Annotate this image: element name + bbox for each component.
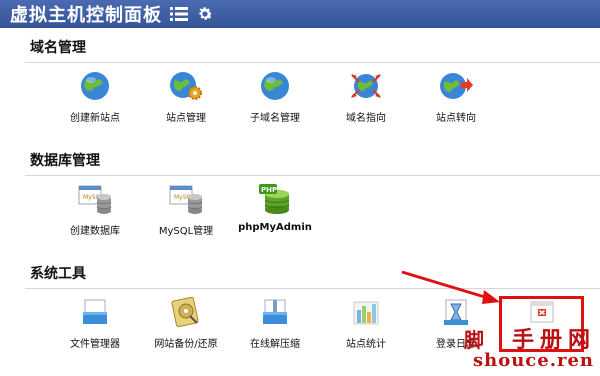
svg-text:PHP: PHP: [261, 186, 277, 194]
watermark-glyph: 脚: [464, 328, 484, 352]
item-label: 域名指向: [346, 113, 386, 124]
item-label: 在线解压缩: [250, 339, 300, 350]
item-label: 网站备份/还原: [154, 339, 218, 350]
backup-disk-icon: [168, 295, 204, 329]
menu-icon[interactable]: [170, 6, 188, 22]
item-label: MySQL管理: [158, 226, 214, 237]
backup-restore-button[interactable]: 网站备份/还原: [146, 295, 226, 355]
domain-pointing-button[interactable]: 域名指向: [326, 69, 406, 129]
mysql-database-icon: MySQL: [168, 182, 204, 216]
subdomain-management-button[interactable]: 子域名管理: [235, 69, 315, 129]
watermark-url: shouce.ren: [472, 350, 594, 371]
globe-gear-icon: [168, 69, 204, 103]
online-unzip-button[interactable]: 在线解压缩: [235, 295, 315, 355]
php-database-icon: PHP: [257, 182, 293, 216]
section-title: 系统工具: [30, 266, 86, 282]
item-label: 创建数据库: [70, 226, 120, 237]
section-database-management: 数据库管理 MySQL 创建数据库 MySQL MySQL管理 PHP phpM…: [0, 151, 600, 246]
item-label: 站点转向: [436, 113, 476, 124]
item-label: phpMyAdmin: [238, 222, 312, 233]
section-title: 域名管理: [30, 40, 86, 56]
bar-chart-icon: [348, 295, 384, 329]
file-manager-icon: [77, 295, 113, 329]
mysql-database-icon: MySQL: [77, 182, 113, 216]
top-bar: 虚拟主机控制面板: [0, 0, 600, 28]
globe-redirect-icon: [438, 69, 474, 103]
app-title: 虚拟主机控制面板: [10, 4, 162, 26]
section-domain-management: 域名管理 创建新站点 站点管理 子域名管理 域名指向 站点转向: [0, 38, 600, 133]
item-label: 站点统计: [346, 339, 386, 350]
site-management-button[interactable]: 站点管理: [146, 69, 226, 129]
mysql-management-button[interactable]: MySQL MySQL管理: [146, 182, 226, 242]
globe-icon: [77, 69, 113, 103]
section-title: 数据库管理: [30, 153, 100, 169]
phpmyadmin-button[interactable]: PHP phpMyAdmin: [235, 182, 315, 242]
site-redirect-button[interactable]: 站点转向: [416, 69, 496, 129]
gear-icon[interactable]: [196, 5, 214, 23]
site-statistics-button[interactable]: 站点统计: [326, 295, 406, 355]
create-database-button[interactable]: MySQL 创建数据库: [55, 182, 135, 242]
watermark: 脚 手册网 shouce.ren: [464, 322, 596, 374]
create-site-button[interactable]: 创建新站点: [55, 69, 135, 129]
globe-icon: [257, 69, 293, 103]
item-label: 创建新站点: [70, 113, 120, 124]
unzip-icon: [257, 295, 293, 329]
item-label: 文件管理器: [70, 339, 120, 350]
item-label: 子域名管理: [250, 113, 300, 124]
item-label: 站点管理: [166, 113, 206, 124]
file-manager-button[interactable]: 文件管理器: [55, 295, 135, 355]
globe-arrows-icon: [348, 69, 384, 103]
